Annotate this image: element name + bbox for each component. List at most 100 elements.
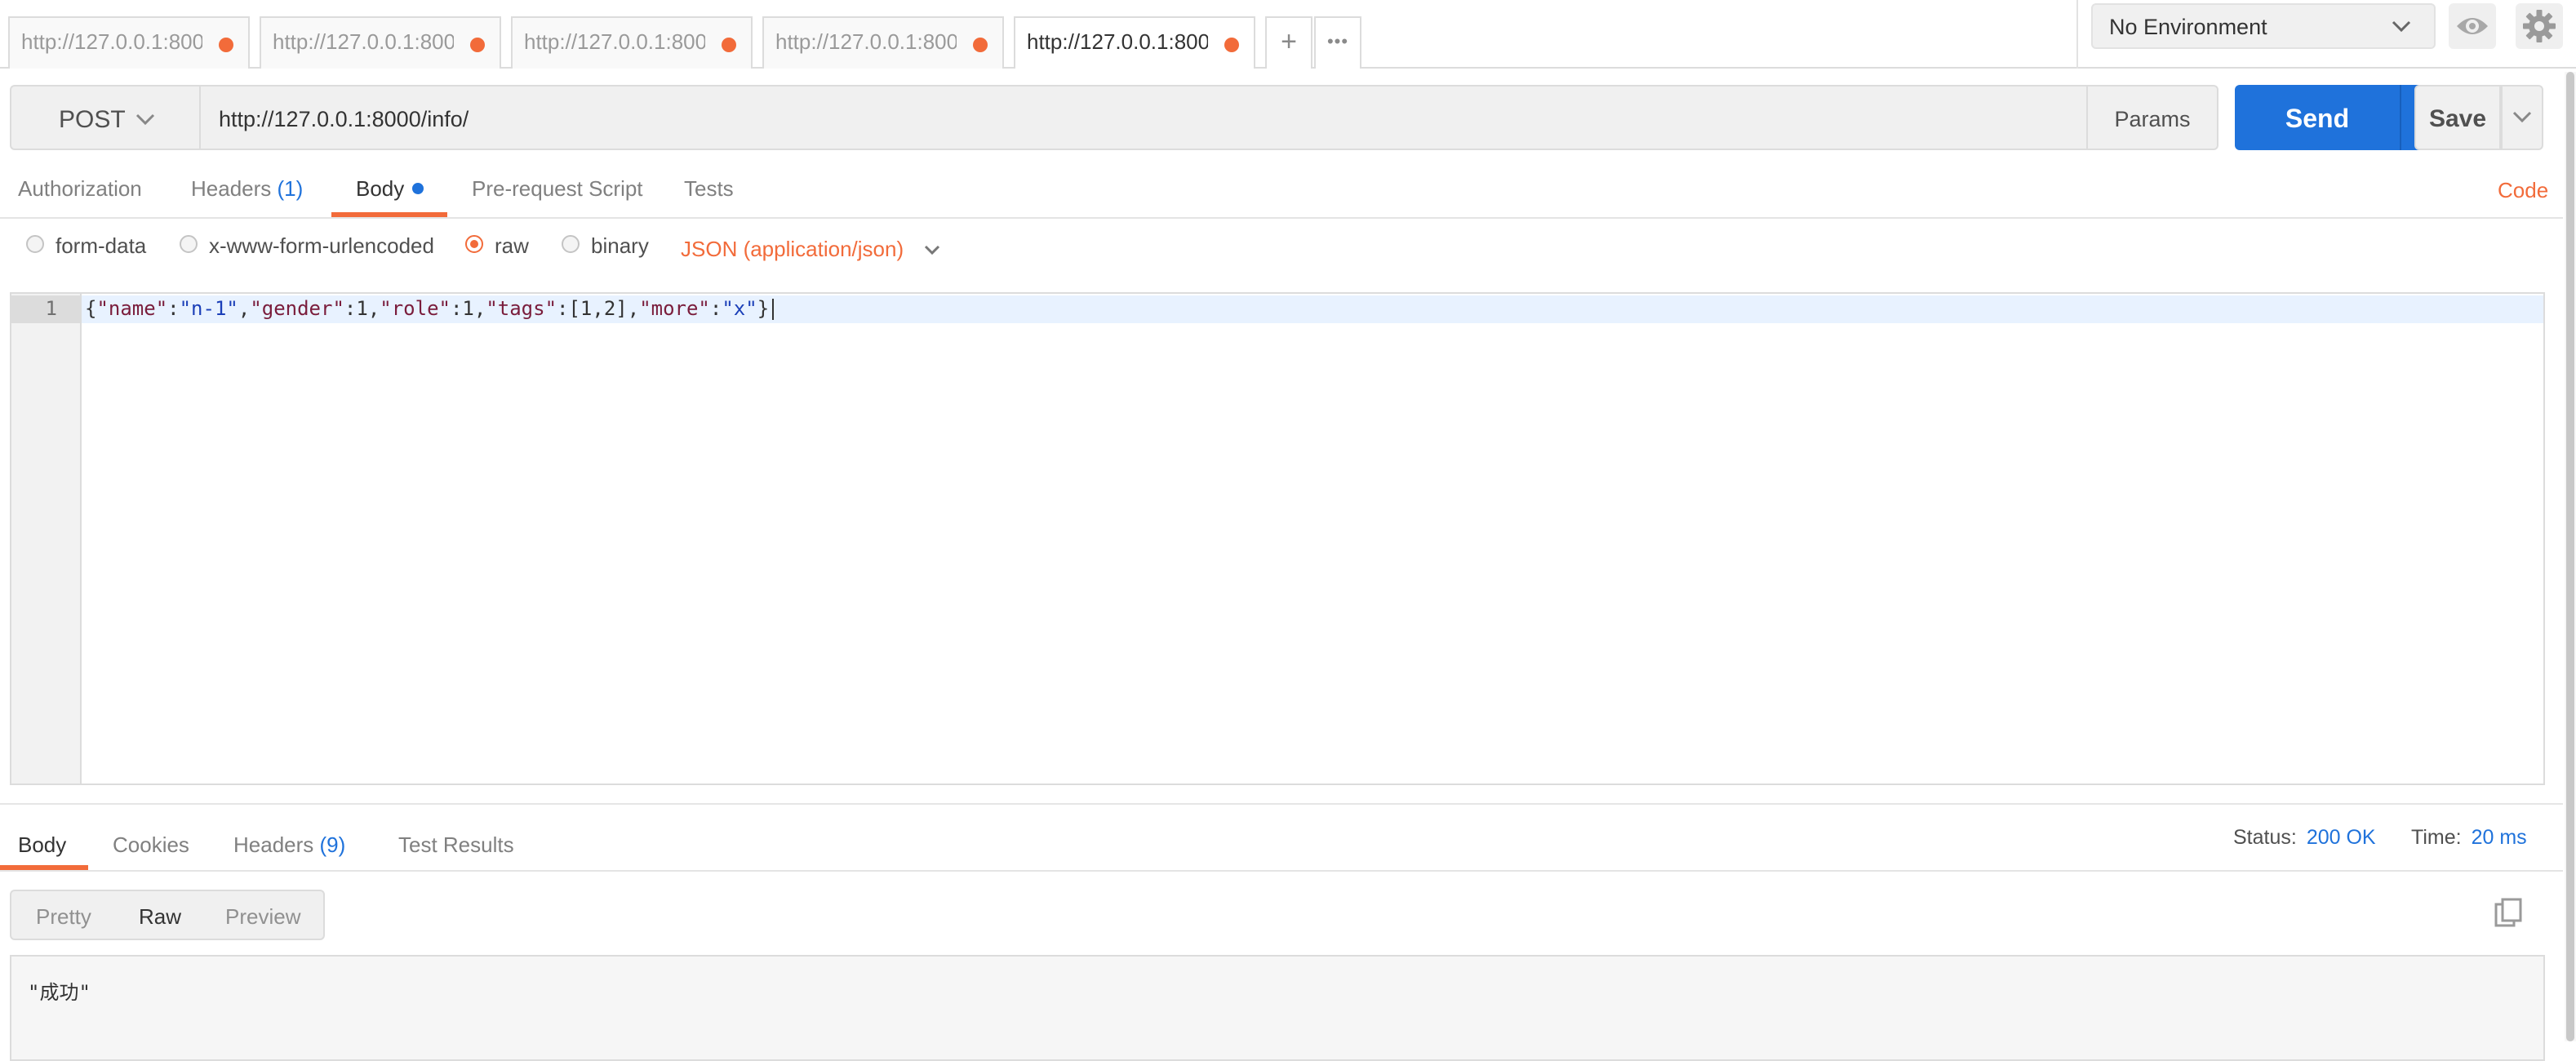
code-token: "n-1" — [179, 297, 238, 320]
response-body-text: "成功" — [28, 981, 91, 1004]
code-token: , — [627, 297, 640, 320]
tab-label: Pre-request Script — [472, 176, 643, 201]
generate-code-link[interactable]: Code — [2498, 178, 2548, 203]
tab-tests[interactable]: Tests — [684, 176, 734, 202]
divider — [0, 870, 2563, 872]
status-label: Status: — [2233, 826, 2297, 849]
radio-circle-icon — [180, 235, 198, 254]
code-token: } — [757, 297, 770, 320]
method-select[interactable]: POST — [10, 85, 199, 150]
radio-x-www-form-urlencoded[interactable]: x-www-form-urlencoded — [180, 233, 434, 259]
code-token: "tags" — [486, 297, 557, 320]
radio-form-data[interactable]: form-data — [26, 233, 146, 259]
more-tabs-button[interactable]: ••• — [1314, 16, 1361, 69]
format-preview-button[interactable]: Preview — [225, 904, 300, 930]
save-button[interactable]: Save — [2414, 85, 2501, 150]
tab-url-label: http://127.0.0.1:8000/info/ — [21, 29, 202, 54]
plus-icon: + — [1281, 26, 1297, 57]
code-token: 1 — [356, 297, 368, 320]
radio-label: raw — [495, 233, 529, 258]
format-pretty-button[interactable]: Pretty — [36, 904, 91, 930]
code-token: : — [344, 297, 357, 320]
chevron-down-icon — [2512, 111, 2532, 123]
code-token: [1,2] — [568, 297, 628, 320]
code-token: "x" — [722, 297, 757, 320]
code-token: : — [450, 297, 463, 320]
pane-divider[interactable] — [0, 803, 2563, 805]
tab-label: Headers — [233, 832, 314, 857]
tab-label: Test Results — [398, 832, 514, 857]
code-token: : — [709, 297, 722, 320]
code-line[interactable]: {"name":"n-1","gender":1,"role":1,"tags"… — [85, 297, 775, 320]
tab-label: Body — [18, 832, 67, 857]
request-body-editor[interactable]: 1 {"name":"n-1","gender":1,"role":1,"tag… — [10, 292, 2545, 785]
time-value[interactable]: 20 ms — [2472, 826, 2527, 849]
response-format-toggle: Pretty Raw Preview — [10, 890, 325, 940]
request-tab[interactable]: http://127.0.0.1:8000/info/ — [762, 16, 1004, 69]
radio-label: x-www-form-urlencoded — [209, 233, 434, 258]
radio-binary[interactable]: binary — [562, 233, 649, 259]
radio-circle-icon — [26, 235, 44, 254]
tab-body[interactable]: Body — [356, 176, 424, 202]
code-token: { — [85, 297, 97, 320]
radio-raw[interactable]: raw — [465, 233, 529, 259]
environment-select[interactable]: No Environment — [2091, 3, 2436, 49]
copy-icon[interactable] — [2493, 898, 2525, 930]
tab-label: Authorization — [18, 176, 142, 201]
format-raw-button[interactable]: Raw — [139, 904, 181, 930]
tab-headers[interactable]: Headers (1) — [191, 176, 303, 202]
tab-label: Tests — [684, 176, 734, 201]
params-label: Params — [2114, 107, 2191, 131]
editor-gutter — [11, 294, 82, 784]
response-body-viewer[interactable]: "成功" — [10, 955, 2545, 1061]
scrollbar[interactable] — [2565, 72, 2576, 1041]
status-value[interactable]: 200 OK — [2307, 826, 2376, 849]
response-tab-headers[interactable]: Headers (9) — [233, 832, 345, 858]
request-tab[interactable]: http://127.0.0.1:8000/info/ — [8, 16, 250, 69]
chevron-down-icon — [2392, 20, 2411, 33]
new-tab-button[interactable]: + — [1265, 16, 1312, 69]
request-tab[interactable]: http://127.0.0.1:8000/info/ — [511, 16, 753, 69]
request-tab[interactable]: http://127.0.0.1:8000/info/ — [260, 16, 501, 69]
headers-count: (9) — [319, 832, 346, 857]
code-token: , — [473, 297, 486, 320]
tab-pre-request-script[interactable]: Pre-request Script — [472, 176, 643, 202]
params-button[interactable]: Params — [2086, 85, 2218, 150]
request-tab-bar: http://127.0.0.1:8000/info/ http://127.0… — [0, 0, 2576, 69]
body-modified-dot-icon — [412, 183, 424, 195]
line-number: 1 — [45, 297, 57, 320]
text-caret — [772, 299, 775, 320]
settings-button[interactable] — [2516, 3, 2563, 49]
tab-label: Cookies — [113, 832, 189, 857]
response-tab-body[interactable]: Body — [18, 832, 66, 858]
environment-quick-look-button[interactable] — [2449, 3, 2496, 49]
chevron-down-icon — [925, 246, 940, 255]
tab-label: Body — [356, 176, 405, 201]
content-type-label: JSON (application/json) — [681, 237, 904, 261]
tab-authorization[interactable]: Authorization — [18, 176, 142, 202]
unsaved-dot-icon — [1224, 38, 1239, 52]
chevron-down-icon — [135, 113, 155, 126]
response-status: Status: 200 OK — [2233, 826, 2376, 850]
environment-label: No Environment — [2109, 15, 2267, 39]
send-button[interactable]: Send — [2235, 85, 2400, 150]
time-label: Time: — [2411, 826, 2462, 849]
tab-url-label: http://127.0.0.1:8000/info/ — [273, 29, 454, 54]
divider — [2076, 0, 2078, 69]
code-token: , — [238, 297, 251, 320]
tab-label: Headers — [191, 176, 272, 201]
method-label: POST — [59, 106, 126, 133]
save-options-button[interactable] — [2501, 85, 2543, 150]
content-type-select[interactable]: JSON (application/json) — [681, 237, 948, 262]
code-token: , — [367, 297, 380, 320]
gear-icon — [2523, 10, 2556, 42]
response-tab-test-results[interactable]: Test Results — [398, 832, 514, 858]
url-input[interactable]: http://127.0.0.1:8000/info/ — [199, 85, 2086, 150]
request-tab-active[interactable]: http://127.0.0.1:8000/info/ — [1014, 16, 1255, 69]
response-tab-cookies[interactable]: Cookies — [113, 832, 189, 858]
url-value: http://127.0.0.1:8000/info/ — [219, 107, 469, 131]
eye-icon — [2457, 18, 2488, 34]
scrollbar-thumb[interactable] — [2566, 72, 2574, 1041]
code-token: 1 — [462, 297, 474, 320]
tab-url-label: http://127.0.0.1:8000/info/ — [524, 29, 705, 54]
